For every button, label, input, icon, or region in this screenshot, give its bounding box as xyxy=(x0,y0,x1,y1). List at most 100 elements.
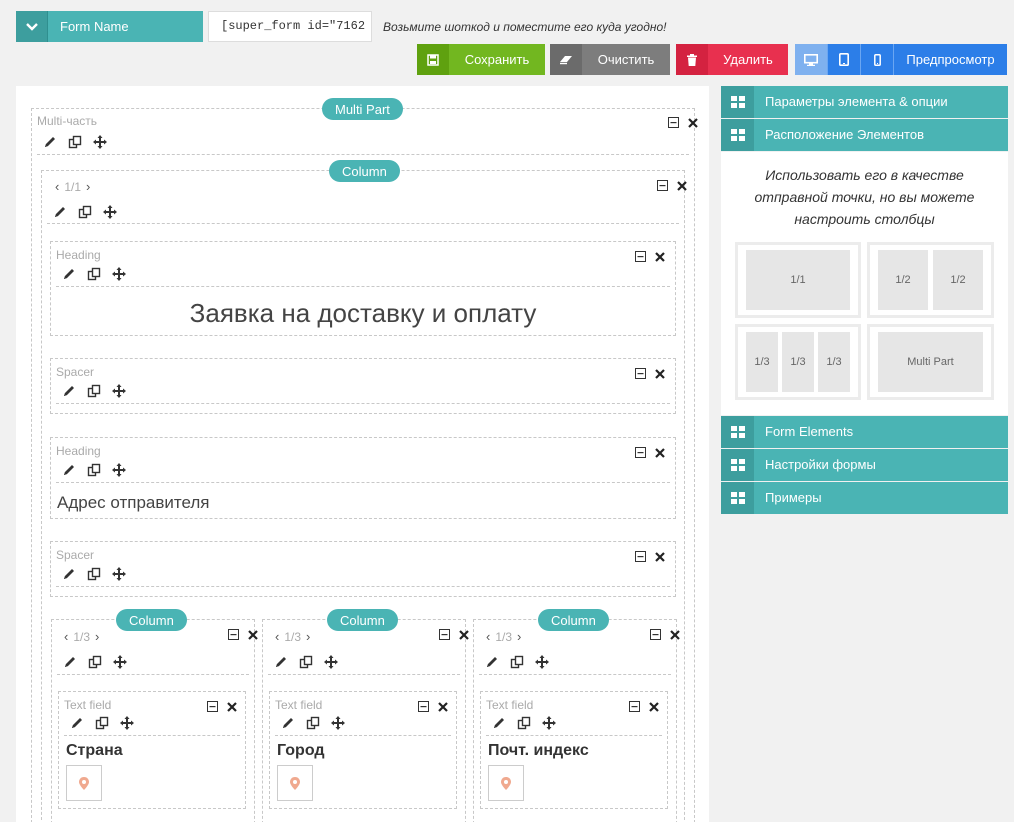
form-name-toggle[interactable]: Form Name xyxy=(16,11,203,42)
minimize-icon[interactable] xyxy=(635,249,646,267)
close-icon[interactable] xyxy=(226,699,238,717)
edit-icon[interactable] xyxy=(62,463,76,477)
chevron-right-icon[interactable]: › xyxy=(306,629,310,644)
minimize-icon[interactable] xyxy=(439,627,450,645)
text-field-element[interactable]: Text field Страна xyxy=(58,691,246,809)
edit-icon[interactable] xyxy=(43,135,57,149)
spacer-element[interactable]: Spacer xyxy=(50,541,676,597)
move-icon[interactable] xyxy=(112,567,126,581)
minimize-icon[interactable] xyxy=(668,115,679,133)
sidebar-item-layout[interactable]: Расположение Элементов xyxy=(721,119,1008,151)
close-icon[interactable] xyxy=(247,627,259,645)
duplicate-icon[interactable] xyxy=(87,463,101,477)
edit-icon[interactable] xyxy=(62,267,76,281)
column-element[interactable]: ‹ 1/3 › Text field xyxy=(262,619,470,822)
layout-column: 1/3 xyxy=(818,332,850,392)
minimize-icon[interactable] xyxy=(228,627,239,645)
close-icon[interactable] xyxy=(458,627,470,645)
edit-icon[interactable] xyxy=(274,655,288,669)
close-icon[interactable] xyxy=(654,249,666,267)
chevron-left-icon[interactable]: ‹ xyxy=(64,629,68,644)
move-icon[interactable] xyxy=(324,655,338,669)
move-icon[interactable] xyxy=(112,384,126,398)
duplicate-icon[interactable] xyxy=(95,716,109,730)
shortcode-field[interactable]: [super_form id="7162 xyxy=(208,11,372,42)
minimize-icon[interactable] xyxy=(207,699,218,717)
form-name-label: Form Name xyxy=(60,19,129,34)
move-icon[interactable] xyxy=(103,205,117,219)
sidebar-item-examples[interactable]: Примеры xyxy=(721,482,1008,514)
duplicate-icon[interactable] xyxy=(87,384,101,398)
move-icon[interactable] xyxy=(112,267,126,281)
edit-icon[interactable] xyxy=(53,205,67,219)
minimize-icon[interactable] xyxy=(635,549,646,567)
move-icon[interactable] xyxy=(120,716,134,730)
edit-icon[interactable] xyxy=(62,567,76,581)
chevron-right-icon[interactable]: › xyxy=(517,629,521,644)
move-icon[interactable] xyxy=(542,716,556,730)
chevron-left-icon[interactable]: ‹ xyxy=(55,179,59,194)
move-icon[interactable] xyxy=(331,716,345,730)
clear-button[interactable]: Очистить xyxy=(550,44,670,75)
move-icon[interactable] xyxy=(113,655,127,669)
duplicate-icon[interactable] xyxy=(517,716,531,730)
edit-icon[interactable] xyxy=(485,655,499,669)
column-element[interactable]: ‹ 1/3 › Text field xyxy=(51,619,259,822)
layout-option-1-1[interactable]: 1/1 xyxy=(735,242,861,318)
mobile-view-icon[interactable] xyxy=(861,44,894,75)
sidebar-item-form-elements[interactable]: Form Elements xyxy=(721,416,1008,448)
minimize-icon[interactable] xyxy=(635,366,646,384)
close-icon[interactable] xyxy=(654,366,666,384)
move-icon[interactable] xyxy=(112,463,126,477)
spacer-element[interactable]: Spacer xyxy=(50,358,676,414)
minimize-icon[interactable] xyxy=(635,445,646,463)
heading-element[interactable]: Heading Заявка на доставку и оплату xyxy=(50,241,676,336)
minimize-icon[interactable] xyxy=(657,178,668,196)
minimize-icon[interactable] xyxy=(629,699,640,717)
duplicate-icon[interactable] xyxy=(87,567,101,581)
close-icon[interactable] xyxy=(648,699,660,717)
duplicate-icon[interactable] xyxy=(510,655,524,669)
preview-button[interactable]: Предпросмотр xyxy=(894,44,1007,75)
close-icon[interactable] xyxy=(654,549,666,567)
duplicate-icon[interactable] xyxy=(68,135,82,149)
move-icon[interactable] xyxy=(535,655,549,669)
minimize-icon[interactable] xyxy=(418,699,429,717)
minimize-icon[interactable] xyxy=(650,627,661,645)
heading-element[interactable]: Heading Адрес отправителя xyxy=(50,437,676,519)
sidebar-item-element-settings[interactable]: Параметры элемента & опции xyxy=(721,86,1008,118)
close-icon[interactable] xyxy=(669,627,681,645)
close-icon[interactable] xyxy=(654,445,666,463)
duplicate-icon[interactable] xyxy=(299,655,313,669)
chevron-right-icon[interactable]: › xyxy=(95,629,99,644)
duplicate-icon[interactable] xyxy=(88,655,102,669)
chevron-left-icon[interactable]: ‹ xyxy=(486,629,490,644)
duplicate-icon[interactable] xyxy=(87,267,101,281)
close-icon[interactable] xyxy=(676,178,688,196)
column-element[interactable]: ‹ 1/3 › Text field xyxy=(473,619,681,822)
close-icon[interactable] xyxy=(437,699,449,717)
edit-icon[interactable] xyxy=(62,384,76,398)
delete-button[interactable]: Удалить xyxy=(676,44,788,75)
edit-icon[interactable] xyxy=(63,655,77,669)
sidebar-item-form-settings[interactable]: Настройки формы xyxy=(721,449,1008,481)
edit-icon[interactable] xyxy=(70,716,84,730)
move-icon[interactable] xyxy=(93,135,107,149)
text-field-element[interactable]: Text field Почт. индекс xyxy=(480,691,668,809)
text-field-element[interactable]: Text field Город xyxy=(269,691,457,809)
chevron-left-icon[interactable]: ‹ xyxy=(275,629,279,644)
layout-option-1-2[interactable]: 1/2 1/2 xyxy=(867,242,994,318)
desktop-view-icon[interactable] xyxy=(795,44,828,75)
duplicate-icon[interactable] xyxy=(306,716,320,730)
save-button[interactable]: Сохранить xyxy=(417,44,545,75)
chevron-down-icon[interactable] xyxy=(16,11,48,42)
edit-icon[interactable] xyxy=(492,716,506,730)
edit-icon[interactable] xyxy=(281,716,295,730)
tablet-view-icon[interactable] xyxy=(828,44,861,75)
layout-option-multipart[interactable]: Multi Part xyxy=(867,324,994,400)
layout-option-1-3[interactable]: 1/3 1/3 1/3 xyxy=(735,324,861,400)
duplicate-icon[interactable] xyxy=(78,205,92,219)
chevron-right-icon[interactable]: › xyxy=(86,179,90,194)
element-type-label: Text field xyxy=(486,698,534,712)
close-icon[interactable] xyxy=(687,115,699,133)
